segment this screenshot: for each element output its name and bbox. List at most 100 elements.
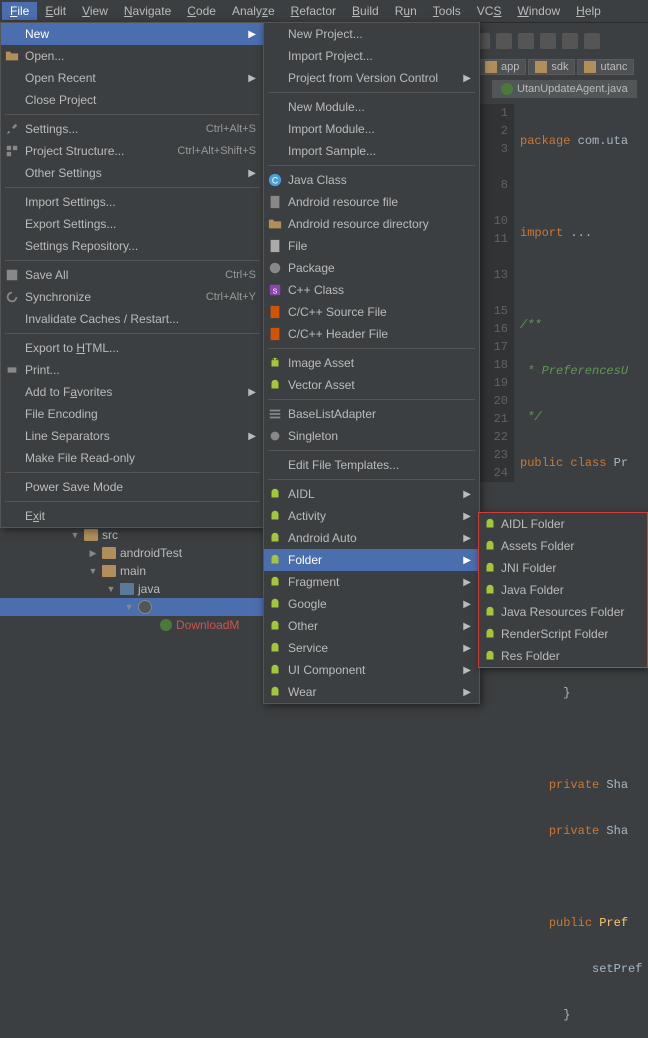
new-ui-component[interactable]: UI Component▶ [264, 659, 479, 681]
folder-res[interactable]: Res Folder [479, 645, 647, 667]
crumb-utanc[interactable]: utanc [577, 59, 634, 75]
file-menu-add-favorites[interactable]: Add to Favorites▶ [1, 381, 264, 403]
new-c-header[interactable]: C/C++ Header File [264, 323, 479, 345]
file-menu-open[interactable]: Open... [1, 45, 264, 67]
menu-label: Settings Repository... [25, 239, 138, 253]
file-menu-import-settings[interactable]: Import Settings... [1, 191, 264, 213]
new-cpp-class[interactable]: SC++ Class [264, 279, 479, 301]
new-baselist[interactable]: BaseListAdapter [264, 403, 479, 425]
new-java-class[interactable]: CJava Class [264, 169, 479, 191]
new-image-asset[interactable]: Image Asset [264, 352, 479, 374]
new-wear[interactable]: Wear▶ [264, 681, 479, 703]
menu-label: New Project... [288, 27, 363, 41]
new-fragment[interactable]: Fragment▶ [264, 571, 479, 593]
new-android-res-dir[interactable]: Android resource directory [264, 213, 479, 235]
new-singleton[interactable]: Singleton [264, 425, 479, 447]
file-menu-open-recent[interactable]: Open Recent▶ [1, 67, 264, 89]
menu-label: Java Folder [501, 583, 564, 597]
menu-build[interactable]: Build [344, 2, 387, 20]
menu-label: C/C++ Source File [288, 305, 387, 319]
menu-label: Edit File Templates... [288, 458, 399, 472]
new-file[interactable]: File [264, 235, 479, 257]
file-menu-settings-repo[interactable]: Settings Repository... [1, 235, 264, 257]
menu-help[interactable]: Help [568, 2, 609, 20]
file-menu-invalidate[interactable]: Invalidate Caches / Restart... [1, 308, 264, 330]
new-aidl[interactable]: AIDL▶ [264, 483, 479, 505]
new-service[interactable]: Service▶ [264, 637, 479, 659]
folder-java-res[interactable]: Java Resources Folder [479, 601, 647, 623]
new-android-auto[interactable]: Android Auto▶ [264, 527, 479, 549]
folder-aidl[interactable]: AIDL Folder [479, 513, 647, 535]
file-menu-other-settings[interactable]: Other Settings▶ [1, 162, 264, 184]
menu-tools[interactable]: Tools [425, 2, 469, 20]
menu-window[interactable]: Window [509, 2, 568, 20]
file-menu-file-encoding[interactable]: File Encoding [1, 403, 264, 425]
tree-node-src[interactable]: ▼src [0, 526, 263, 544]
new-google[interactable]: Google▶ [264, 593, 479, 615]
file-menu-save-all[interactable]: Save AllCtrl+S [1, 264, 264, 286]
crumb-sdk[interactable]: sdk [528, 59, 575, 75]
new-activity[interactable]: Activity▶ [264, 505, 479, 527]
separator [5, 333, 260, 334]
menu-analyze[interactable]: Analyze [224, 2, 283, 20]
new-import-module[interactable]: Import Module... [264, 118, 479, 140]
file-menu-export-html[interactable]: Export to HTML... [1, 337, 264, 359]
new-package[interactable]: Package [264, 257, 479, 279]
menu-view[interactable]: View [74, 2, 116, 20]
file-menu-synchronize[interactable]: SynchronizeCtrl+Alt+Y [1, 286, 264, 308]
toolbar-icon[interactable] [562, 33, 578, 49]
new-module[interactable]: New Module... [264, 96, 479, 118]
toolbar-icon[interactable] [496, 33, 512, 49]
new-other[interactable]: Other▶ [264, 615, 479, 637]
file-menu-export-settings[interactable]: Export Settings... [1, 213, 264, 235]
folder-renderscript[interactable]: RenderScript Folder [479, 623, 647, 645]
menu-label: Folder [288, 553, 322, 567]
crumb-app[interactable]: app [478, 59, 526, 75]
gutter: 1 2 3 8 10 11 13 15 16 17 18 19 20 21 22… [480, 104, 514, 482]
menu-code[interactable]: Code [179, 2, 224, 20]
menu-refactor[interactable]: Refactor [283, 2, 344, 20]
file-menu-settings[interactable]: Settings...Ctrl+Alt+S [1, 118, 264, 140]
toolbar-icon[interactable] [518, 33, 534, 49]
line-number [480, 248, 508, 266]
new-folder[interactable]: Folder▶ [264, 549, 479, 571]
line-number: 8 [480, 176, 508, 194]
file-menu-exit[interactable]: Exit [1, 505, 264, 527]
file-menu-project-structure[interactable]: Project Structure...Ctrl+Alt+Shift+S [1, 140, 264, 162]
shortcut: Ctrl+Alt+Shift+S [177, 145, 256, 157]
tree-node-androidtest[interactable]: ▶androidTest [0, 544, 263, 562]
tree-label: src [102, 528, 118, 542]
tree-node-class[interactable]: DownloadM [0, 616, 263, 634]
file-menu-new[interactable]: New▶ [1, 23, 264, 45]
code-token: } [520, 1006, 648, 1024]
toolbar-icon[interactable] [540, 33, 556, 49]
folder-assets[interactable]: Assets Folder [479, 535, 647, 557]
file-menu-print[interactable]: Print... [1, 359, 264, 381]
file-menu-power-save[interactable]: Power Save Mode [1, 476, 264, 498]
new-import-project[interactable]: Import Project... [264, 45, 479, 67]
new-from-vcs[interactable]: Project from Version Control▶ [264, 67, 479, 89]
file-menu-close-project[interactable]: Close Project [1, 89, 264, 111]
file-menu-line-separators[interactable]: Line Separators▶ [1, 425, 264, 447]
menu-file[interactable]: File [2, 2, 37, 20]
tree-arrow-icon: ▼ [106, 584, 116, 594]
editor-tab[interactable]: UtanUpdateAgent.java [492, 80, 637, 98]
menu-navigate[interactable]: Navigate [116, 2, 179, 20]
folder-jni[interactable]: JNI Folder [479, 557, 647, 579]
new-c-source[interactable]: C/C++ Source File [264, 301, 479, 323]
tree-node-java[interactable]: ▼java [0, 580, 263, 598]
folder-java[interactable]: Java Folder [479, 579, 647, 601]
file-menu-readonly[interactable]: Make File Read-only [1, 447, 264, 469]
new-import-sample[interactable]: Import Sample... [264, 140, 479, 162]
menu-vcs[interactable]: VCS [469, 2, 510, 20]
menu-run[interactable]: Run [387, 2, 425, 20]
tree-node-main[interactable]: ▼main [0, 562, 263, 580]
tree-node-package[interactable]: ▼ [0, 598, 263, 616]
new-android-res-file[interactable]: Android resource file [264, 191, 479, 213]
new-edit-templates[interactable]: Edit File Templates... [264, 454, 479, 476]
menu-edit[interactable]: Edit [37, 2, 74, 20]
new-project[interactable]: New Project... [264, 23, 479, 45]
toolbar-icon[interactable] [584, 33, 600, 49]
new-vector-asset[interactable]: Vector Asset [264, 374, 479, 396]
separator [5, 114, 260, 115]
